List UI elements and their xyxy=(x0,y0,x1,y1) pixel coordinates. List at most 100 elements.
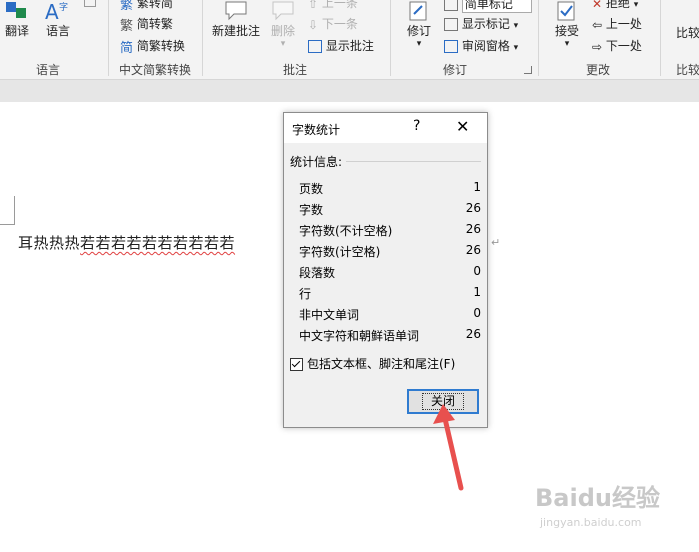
dropdown-icon[interactable] xyxy=(84,0,96,7)
group-divider xyxy=(538,0,539,76)
stat-label: 行 xyxy=(299,287,312,301)
prev-comment-icon: ⇧ xyxy=(308,0,319,11)
next-change-icon: ⇨ xyxy=(592,39,603,54)
stat-row-chars-no-spaces: 字符数(不计空格) 26 xyxy=(299,219,481,240)
include-textboxes-checkbox-row[interactable]: 包括文本框、脚注和尾注(F) xyxy=(290,355,455,371)
delete-label: 删除 xyxy=(270,24,295,38)
document-text-flagged: 若若若若若若若若若若 xyxy=(80,234,236,252)
group-label-language: 语言 xyxy=(35,63,60,77)
document-text-plain: 耳热热热 xyxy=(18,234,81,252)
trad-to-simp-icon: 繁 xyxy=(120,0,134,13)
section-divider xyxy=(346,161,481,162)
trad-to-simp-button[interactable]: 繁 繁转简 xyxy=(120,0,173,13)
group-divider xyxy=(660,0,661,76)
accept-icon xyxy=(557,1,575,21)
prev-change-button[interactable]: ⇦ 上一处 xyxy=(592,15,642,32)
stat-row-words: 字数 26 xyxy=(299,198,481,219)
track-changes-button[interactable]: 修订 ▾ xyxy=(402,0,436,49)
stat-value: 26 xyxy=(465,201,481,215)
stat-label: 段落数 xyxy=(299,266,336,280)
group-divider xyxy=(202,0,203,76)
review-pane-button[interactable]: 审阅窗格 ▾ xyxy=(444,37,518,54)
delete-comment-icon xyxy=(272,1,294,21)
stat-row-pages: 页数 1 xyxy=(299,177,481,198)
reject-icon: ✕ xyxy=(592,0,603,11)
statistics-section-label: 统计信息: xyxy=(290,155,343,169)
dialog-titlebar[interactable]: 字数统计 ? ✕ xyxy=(284,113,487,143)
ruler-band xyxy=(0,80,699,102)
new-comment-icon xyxy=(225,1,247,21)
stat-value: 26 xyxy=(465,222,481,236)
show-markup-button[interactable]: 显示标记 ▾ xyxy=(444,15,518,32)
stat-value: 0 xyxy=(473,306,481,320)
next-comment-label: 下一条 xyxy=(321,17,358,31)
simp-to-trad-label: 简转繁 xyxy=(136,17,173,31)
language-button[interactable]: A字 语言 xyxy=(40,0,76,39)
close-button[interactable]: 关闭 xyxy=(407,389,479,414)
prev-comment-label: 上一条 xyxy=(321,0,358,10)
translate-icon xyxy=(6,2,26,18)
simp-trad-convert-button[interactable]: 简 简繁转换 xyxy=(120,37,185,56)
stat-value: 0 xyxy=(473,264,481,278)
svg-text:A: A xyxy=(45,0,59,22)
stat-label: 非中文单词 xyxy=(299,308,360,322)
trad-to-simp-label: 繁转简 xyxy=(136,0,173,10)
document-text[interactable]: 耳热热热若若若若若若若若若若 xyxy=(18,232,235,253)
stat-value: 26 xyxy=(465,243,481,257)
stat-value: 1 xyxy=(473,285,481,299)
show-markup-label: 显示标记 xyxy=(461,17,510,31)
delete-comment-button[interactable]: 删除 ▾ xyxy=(266,0,300,49)
ribbon: 翻译 A字 语言 语言 繁 繁转简 繁 简转繁 简 简繁转换 中文简繁转换 新建… xyxy=(0,0,699,80)
word-count-dialog: 字数统计 ? ✕ 统计信息: 页数 1 字数 26 字符数(不计空格) 26 字符数(… xyxy=(283,112,488,428)
translate-label: 翻译 xyxy=(4,24,29,38)
group-label-comments: 批注 xyxy=(282,63,307,77)
show-comments-label: 显示批注 xyxy=(325,39,374,53)
new-comment-label: 新建批注 xyxy=(211,24,260,38)
simp-trad-convert-label: 简繁转换 xyxy=(136,39,185,53)
next-comment-button[interactable]: ⇩ 下一条 xyxy=(308,15,358,32)
compare-button[interactable]: 比较 xyxy=(676,24,699,41)
prev-change-icon: ⇦ xyxy=(592,17,603,32)
group-label-tracking: 修订 xyxy=(442,63,467,77)
stat-label: 中文字符和朝鲜语单词 xyxy=(299,329,420,343)
group-label-compare: 比较 xyxy=(676,63,699,77)
next-change-button[interactable]: ⇨ 下一处 xyxy=(592,37,642,54)
dialog-launcher-icon[interactable] xyxy=(524,66,532,74)
simp-trad-convert-icon: 简 xyxy=(120,41,134,56)
accept-label: 接受 xyxy=(554,24,579,38)
track-changes-label: 修订 xyxy=(406,24,431,38)
show-markup-icon xyxy=(444,18,458,31)
reject-button[interactable]: ✕ 拒绝 ▾ xyxy=(592,0,638,11)
reject-label: 拒绝 xyxy=(605,0,630,10)
watermark-url: jingyan.baidu.com xyxy=(540,516,642,529)
group-divider xyxy=(108,0,109,76)
stat-value: 26 xyxy=(465,327,481,341)
group-divider xyxy=(390,0,391,76)
group-label-chinese-conversion: 中文简繁转换 xyxy=(118,63,191,77)
include-textboxes-checkbox[interactable] xyxy=(290,358,303,371)
simp-to-trad-icon: 繁 xyxy=(120,19,134,34)
prev-change-label: 上一处 xyxy=(605,17,642,31)
next-change-label: 下一处 xyxy=(605,39,642,53)
compare-label: 比较 xyxy=(676,26,699,40)
help-icon[interactable]: ? xyxy=(413,118,420,134)
stat-row-paragraphs: 段落数 0 xyxy=(299,261,481,282)
stat-row-chars-with-spaces: 字符数(计空格) 26 xyxy=(299,240,481,261)
new-comment-button[interactable]: 新建批注 xyxy=(208,0,264,39)
dialog-title: 字数统计 xyxy=(292,123,341,137)
prev-comment-button[interactable]: ⇧ 上一条 xyxy=(308,0,358,11)
stat-value: 1 xyxy=(473,180,481,194)
language-label: 语言 xyxy=(45,24,70,38)
group-label-changes: 更改 xyxy=(585,63,610,77)
stat-label: 字数 xyxy=(299,203,324,217)
simple-markup-dropdown[interactable]: 简单标记 xyxy=(444,0,532,13)
stat-label: 字符数(计空格) xyxy=(299,245,381,259)
next-comment-icon: ⇩ xyxy=(308,17,319,32)
translate-button[interactable]: 翻译 xyxy=(2,0,32,39)
stat-row-asian-chars: 中文字符和朝鲜语单词 26 xyxy=(299,324,481,345)
close-icon[interactable]: ✕ xyxy=(456,117,469,136)
accept-button[interactable]: 接受 ▾ xyxy=(550,0,584,49)
stat-row-lines: 行1 xyxy=(299,282,481,303)
simp-to-trad-button[interactable]: 繁 简转繁 xyxy=(120,15,173,34)
show-comments-button[interactable]: 显示批注 xyxy=(308,37,374,54)
